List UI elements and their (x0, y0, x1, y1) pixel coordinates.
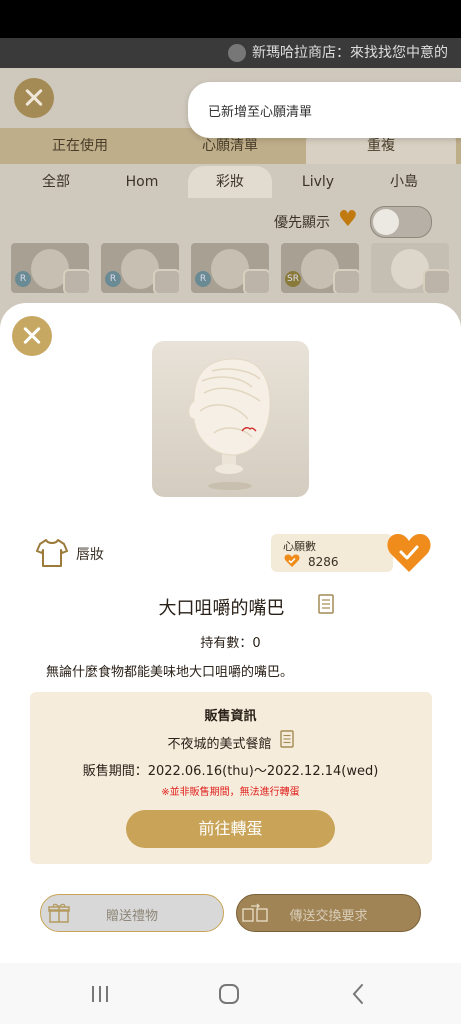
home-icon[interactable] (218, 983, 240, 1005)
sale-period: 販售期間：2022.06.16(thu)～2022.12.14(wed) (82, 764, 379, 779)
priority-label: 優先顯示 (274, 215, 330, 231)
rarity-badge: SR (285, 271, 301, 287)
owned-count: 持有數：0 (200, 636, 261, 651)
heart-icon[interactable] (63, 269, 89, 293)
subtab-hom[interactable]: Hom (106, 166, 178, 198)
heart-icon: ♥ (338, 207, 358, 232)
heart-icon[interactable] (333, 269, 359, 293)
heart-icon[interactable] (243, 269, 269, 293)
subtab-island[interactable]: 小島 (368, 166, 440, 198)
recent-apps-icon[interactable] (90, 984, 110, 1004)
announcement-text: 新瑪哈拉商店：來找找您中意的 (252, 45, 448, 61)
item-name: 大口咀嚼的嘴巴 (158, 598, 285, 619)
item-preview-image (152, 341, 309, 497)
item-thumbnail[interactable]: R (191, 243, 269, 293)
item-name-row: 大口咀嚼的嘴巴 (0, 594, 461, 620)
shop-row: 不夜城的美式餐館 (0, 733, 461, 752)
announcer-avatar (228, 44, 246, 62)
subtab-makeup[interactable]: 彩妝 (188, 166, 272, 198)
rarity-badge: R (105, 271, 121, 287)
rarity-badge: R (195, 271, 211, 287)
document-icon[interactable] (280, 730, 294, 748)
shop-name: 不夜城的美式餐館 (167, 737, 272, 752)
item-thumbnail[interactable]: R (11, 243, 89, 293)
rarity-badge: R (15, 271, 31, 287)
toast-notification: 已新增至心願清單 (188, 82, 461, 138)
item-description: 無論什麼食物都能美味地大口咀嚼的嘴巴。 (46, 665, 294, 680)
background-close-icon[interactable] (14, 78, 54, 118)
wish-count-value: 8286 (308, 555, 339, 569)
mannequin-head-icon (188, 358, 271, 490)
gift-icon (48, 903, 70, 923)
subtab-livly[interactable]: Livly (282, 166, 354, 198)
item-thumbnail[interactable]: R (371, 243, 449, 293)
go-to-gacha-button[interactable]: 前往轉蛋 (126, 810, 335, 848)
tab-in-use[interactable]: 正在使用 (10, 128, 150, 164)
status-bar (0, 0, 461, 38)
shirt-icon (36, 539, 68, 567)
item-thumbnail[interactable]: SR (281, 243, 359, 293)
priority-toggle[interactable] (370, 206, 432, 238)
sale-info-header: 販售資訊 (204, 709, 257, 724)
wishlist-heart-icon[interactable] (386, 532, 432, 574)
close-button[interactable] (12, 316, 52, 356)
heart-icon (284, 554, 300, 567)
heart-icon[interactable] (153, 269, 179, 293)
toast-text: 已新增至心願清單 (208, 105, 313, 120)
subtab-all[interactable]: 全部 (20, 166, 92, 198)
heart-icon[interactable] (423, 269, 449, 293)
sale-warning: ※並非販售期間，無法進行轉蛋 (161, 787, 300, 798)
item-category: 唇妝 (76, 547, 104, 563)
trade-icon (242, 903, 268, 922)
document-icon[interactable] (318, 594, 334, 614)
back-icon[interactable] (350, 983, 366, 1005)
item-thumbnail[interactable]: R (101, 243, 179, 293)
announcement-bar: 新瑪哈拉商店：來找找您中意的 (0, 38, 461, 68)
wish-count-label: 心願數 (283, 540, 316, 553)
